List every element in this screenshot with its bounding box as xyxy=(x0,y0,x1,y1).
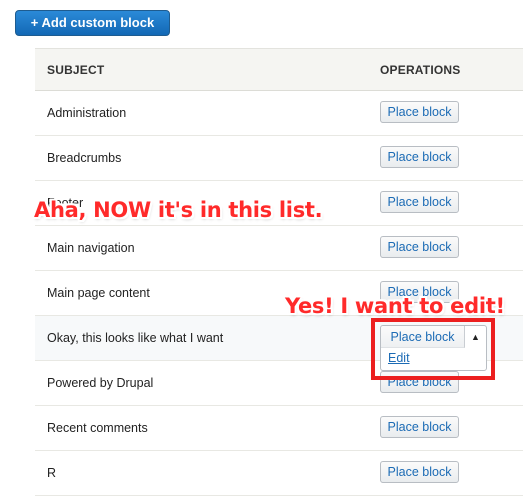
table-row: Administration Place block xyxy=(35,91,523,136)
block-library-table: SUBJECT OPERATIONS Administration Place … xyxy=(35,48,523,496)
row-subject: Okay, this looks like what I want xyxy=(47,331,224,345)
annotation-callout-edit: Yes! I want to edit! xyxy=(285,294,505,318)
row-subject: Administration xyxy=(47,106,127,120)
row-subject: R xyxy=(47,466,57,480)
row-subject: Recent comments xyxy=(47,421,148,435)
place-block-button[interactable]: Place block xyxy=(380,416,459,438)
annotation-callout-list: Aha, NOW it's in this list. xyxy=(34,198,323,222)
table-row: Breadcrumbs Place block xyxy=(35,136,523,181)
row-subject: Main navigation xyxy=(47,241,135,255)
column-header-subject: SUBJECT xyxy=(47,63,105,77)
column-header-operations: OPERATIONS xyxy=(380,63,461,77)
table-header: SUBJECT OPERATIONS xyxy=(35,48,523,91)
place-block-button[interactable]: Place block xyxy=(380,101,459,123)
place-block-button[interactable]: Place block xyxy=(380,236,459,258)
place-block-button[interactable]: Place block xyxy=(380,191,459,213)
row-subject: Main page content xyxy=(47,286,150,300)
row-subject: Breadcrumbs xyxy=(47,151,122,165)
triangle-up-icon[interactable]: ▲ xyxy=(465,326,486,348)
table-row: Recent comments Place block xyxy=(35,406,523,451)
place-block-button[interactable]: Place block xyxy=(380,371,459,393)
place-block-button[interactable]: Place block xyxy=(380,461,459,483)
place-block-button[interactable]: Place block xyxy=(381,326,465,348)
table-row: R Place block xyxy=(35,451,523,496)
place-block-button[interactable]: Place block xyxy=(380,146,459,168)
edit-link[interactable]: Edit xyxy=(388,351,410,365)
operations-dropbutton: Place block ▲ Edit xyxy=(380,325,487,371)
table-row: Main navigation Place block xyxy=(35,226,523,271)
add-custom-block-button[interactable]: + Add custom block xyxy=(15,10,170,36)
row-subject: Powered by Drupal xyxy=(47,376,154,390)
